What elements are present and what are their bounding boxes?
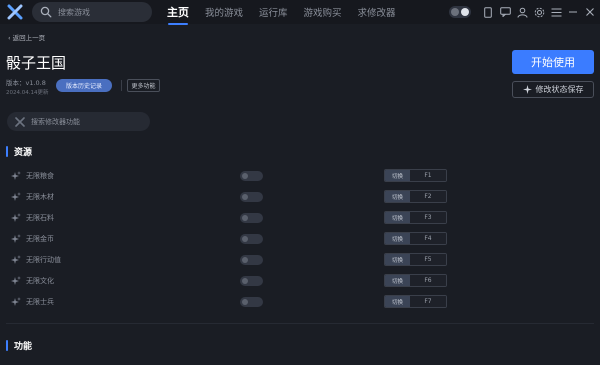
hotkey-key: F3: [410, 212, 446, 223]
section-functions: 功能: [6, 339, 32, 352]
user-icon[interactable]: [516, 6, 528, 18]
game-search-input[interactable]: 搜索游戏: [32, 2, 152, 22]
tab-my-games[interactable]: 我的游戏: [205, 5, 243, 19]
cheat-label: 无限文化: [26, 277, 54, 285]
hotkey-key: F4: [410, 233, 446, 244]
trainer-icon: [15, 116, 25, 127]
search-icon: [40, 6, 52, 18]
cheat-row: 无限士兵 切换 F7: [0, 295, 600, 309]
moon-icon: [451, 8, 459, 16]
back-link[interactable]: ‹ 返回上一页: [8, 32, 45, 42]
cheat-toggle[interactable]: [240, 192, 263, 202]
divider: [121, 80, 122, 91]
hotkey-box[interactable]: 切换 F3: [384, 211, 447, 224]
hotkey-box[interactable]: 切换 F4: [384, 232, 447, 245]
sparkle-icon: [11, 171, 21, 180]
cheat-label: 无限士兵: [26, 298, 54, 306]
section-divider: [6, 323, 594, 324]
search-placeholder: 搜索游戏: [58, 7, 90, 17]
main-nav: 主页 我的游戏 运行库 游戏购买 求修改器: [167, 0, 412, 25]
cheat-toggle[interactable]: [240, 276, 263, 286]
section-functions-title: 功能: [14, 342, 33, 352]
cheat-toggle[interactable]: [240, 255, 263, 265]
switch-label: 切换: [385, 170, 410, 181]
message-icon[interactable]: [499, 6, 511, 18]
section-marker: [6, 146, 8, 157]
tab-home[interactable]: 主页: [167, 4, 189, 25]
trainer-search-input[interactable]: 搜索修改器功能: [7, 112, 150, 131]
top-bar: 搜索游戏 主页 我的游戏 运行库 游戏购买 求修改器: [0, 0, 600, 25]
tab-request-trainer[interactable]: 求修改器: [358, 5, 396, 19]
sparkle-icon: [11, 276, 21, 285]
game-version: 版本：v1.0.8: [6, 79, 46, 87]
sparkle-icon: [11, 213, 21, 222]
back-label: 返回上一页: [12, 34, 46, 42]
save-state-button[interactable]: 修改状态保存: [512, 81, 594, 98]
hotkey-key: F6: [410, 275, 446, 286]
theme-toggle[interactable]: [449, 6, 471, 18]
sparkle-icon: [11, 255, 21, 264]
cheat-row: 无限文化 切换 F6: [0, 274, 600, 288]
hotkey-box[interactable]: 切换 F1: [384, 169, 447, 182]
switch-label: 切换: [385, 212, 410, 223]
close-icon[interactable]: [584, 6, 596, 18]
switch-label: 切换: [385, 191, 410, 202]
app-logo-icon[interactable]: [7, 4, 23, 20]
cheat-label: 无限行动值: [26, 256, 61, 264]
cheat-row: 无限木材 切换 F2: [0, 190, 600, 204]
cheat-toggle[interactable]: [240, 234, 263, 244]
cheat-row: 无限行动值 切换 F5: [0, 253, 600, 267]
phone-icon[interactable]: [482, 6, 494, 18]
version-history-button[interactable]: 版本历史记录: [56, 79, 112, 92]
sparkle-icon: [11, 297, 21, 306]
switch-label: 切换: [385, 233, 410, 244]
window-controls: [449, 0, 596, 24]
section-marker: [6, 340, 8, 351]
game-title: 骰子王国: [6, 54, 67, 72]
trainer-search-placeholder: 搜索修改器功能: [31, 117, 80, 126]
cheat-label: 无限木材: [26, 193, 54, 201]
tab-runtime[interactable]: 运行库: [259, 5, 288, 19]
hotkey-key: F2: [410, 191, 446, 202]
sparkle-icon: [522, 85, 532, 94]
cheat-row: 无限金币 切换 F4: [0, 232, 600, 246]
save-state-label: 修改状态保存: [535, 85, 584, 94]
cheat-label: 无限石料: [26, 214, 54, 222]
cheat-toggle[interactable]: [240, 171, 263, 181]
more-features-button[interactable]: 更多功能: [127, 79, 160, 92]
switch-label: 切换: [385, 275, 410, 286]
update-date: 2024.04.14更新: [6, 90, 49, 96]
cheat-row: 无限石料 切换 F3: [0, 211, 600, 225]
hotkey-box[interactable]: 切换 F7: [384, 295, 447, 308]
switch-label: 切换: [385, 296, 410, 307]
tab-buy-games[interactable]: 游戏购买: [304, 5, 342, 19]
cheat-row: 无限粮食 切换 F1: [0, 169, 600, 183]
sparkle-icon: [11, 192, 21, 201]
hotkey-key: F5: [410, 254, 446, 265]
hotkey-key: F7: [410, 296, 446, 307]
cheat-toggle[interactable]: [240, 297, 263, 307]
section-resources: 资源: [6, 145, 32, 158]
hotkey-box[interactable]: 切换 F6: [384, 274, 447, 287]
hotkey-box[interactable]: 切换 F5: [384, 253, 447, 266]
sun-icon: [461, 8, 469, 16]
sparkle-icon: [11, 234, 21, 243]
start-button[interactable]: 开始使用: [512, 50, 594, 74]
gear-icon[interactable]: [533, 6, 545, 18]
hotkey-box[interactable]: 切换 F2: [384, 190, 447, 203]
hotkey-key: F1: [410, 170, 446, 181]
minimize-icon[interactable]: [567, 6, 579, 18]
menu-icon[interactable]: [550, 6, 562, 18]
cheat-toggle[interactable]: [240, 213, 263, 223]
section-resources-title: 资源: [14, 148, 33, 158]
cheat-label: 无限粮食: [26, 172, 54, 180]
switch-label: 切换: [385, 254, 410, 265]
cheat-label: 无限金币: [26, 235, 54, 243]
